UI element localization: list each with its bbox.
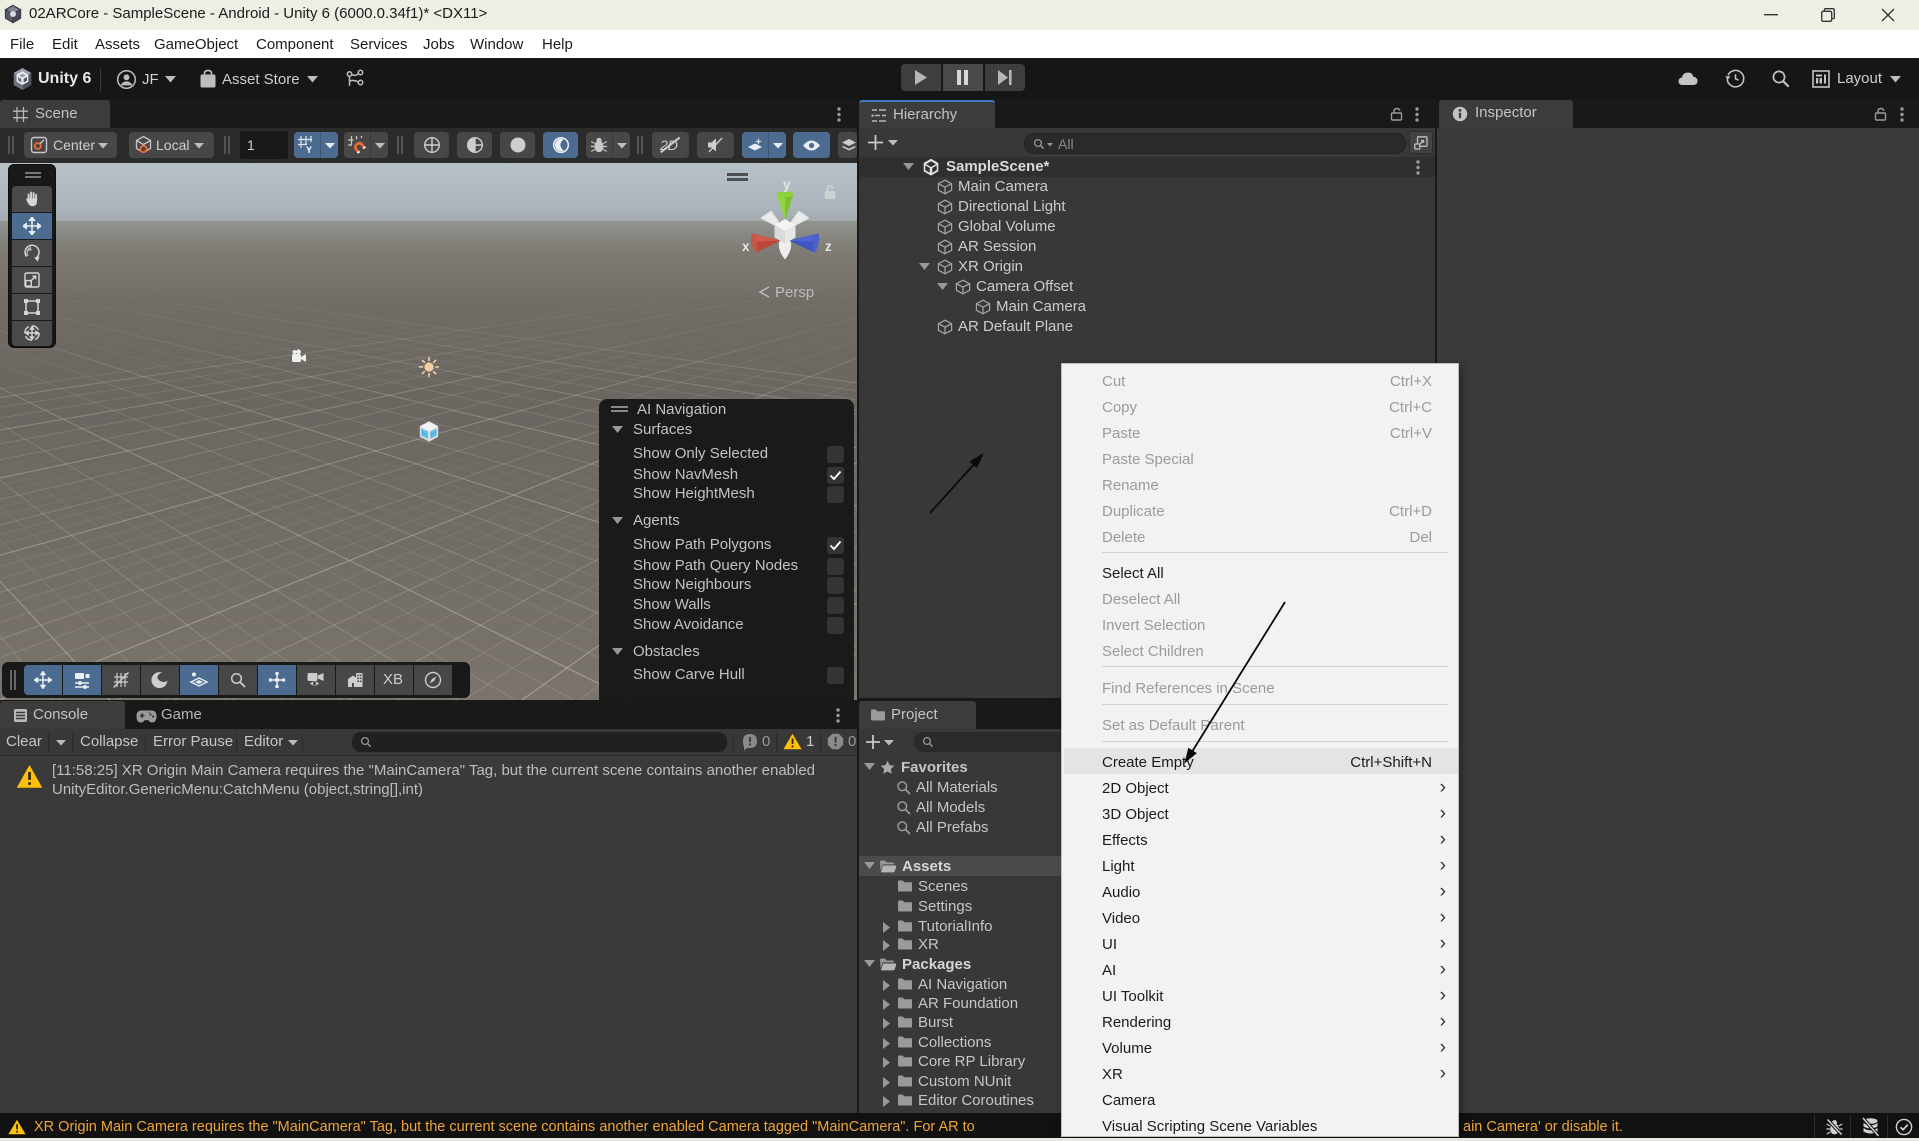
svg-text:z: z	[825, 239, 832, 254]
svg-text:Y: Y	[306, 145, 312, 154]
svg-text:y: y	[783, 178, 791, 192]
svg-text:x: x	[742, 239, 750, 254]
